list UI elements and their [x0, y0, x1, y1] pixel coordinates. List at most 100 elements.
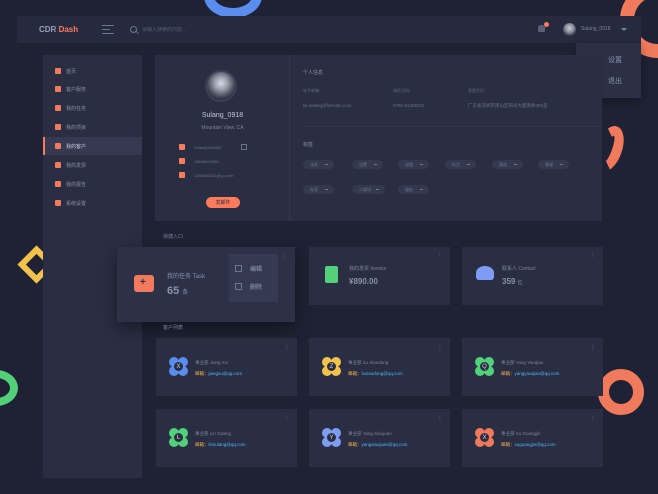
customer-email[interactable]: 邮箱：yangxiaojuan@qq.com — [348, 442, 407, 448]
customer-card[interactable]: Y 事业部 Yang Xiaojuan 邮箱：yangxiaojuan@qq.com… — [309, 409, 450, 467]
search-icon[interactable] — [130, 26, 137, 33]
decorative-ring — [0, 370, 18, 406]
tag[interactable]: 二维码 — [352, 185, 385, 194]
customer-email[interactable]: 邮箱：jiangxu@qq.com — [195, 371, 242, 377]
email-value: luxiaodong@qq.com — [361, 371, 403, 376]
customer-name: 事业部 Zu Xiaodong — [348, 360, 389, 365]
user-name[interactable]: Sulang_0918 — [581, 26, 610, 32]
tag[interactable]: 滤镜 — [398, 160, 429, 169]
home-icon — [55, 68, 61, 74]
sidebar-item-label: 客户服务 — [66, 86, 87, 93]
notification-dot — [544, 22, 549, 27]
sidebar-item-label: 我的任务 — [66, 105, 87, 112]
contact-value: 18648262688 — [194, 158, 219, 164]
sidebar-item-customers[interactable]: 我的客户 — [43, 137, 142, 155]
sidebar-item-label: 我的报告 — [66, 181, 87, 188]
task-count-unit: 条 — [182, 290, 189, 296]
contact-value: Sulang0918887 — [194, 144, 223, 150]
task-icon — [55, 105, 61, 111]
tag[interactable]: 客服 — [538, 160, 569, 169]
sidebar-item-invoices[interactable]: 我的发票 — [43, 156, 142, 174]
sidebar-item-settings[interactable]: 系统设置 — [43, 194, 142, 212]
menu-item-label: 退出 — [608, 78, 622, 85]
quick-entry-invoice[interactable]: 我的发票 Invoice ¥890.00 ⋮ — [309, 247, 450, 305]
more-icon[interactable]: ⋮ — [281, 254, 287, 261]
task-count-value: 65 — [167, 285, 180, 297]
tag[interactable]: 渠道 — [492, 160, 523, 169]
quick-entry-title: 快捷入口 — [163, 234, 184, 240]
notification-bell-icon[interactable] — [538, 22, 549, 34]
more-icon[interactable]: ⋮ — [437, 415, 443, 422]
tag[interactable]: 标注 — [445, 160, 476, 169]
profile-name: Sulang_0918 — [201, 112, 244, 119]
more-icon[interactable]: ⋮ — [590, 252, 596, 258]
search-input[interactable] — [142, 26, 262, 33]
customer-card[interactable]: L 事业部 Lin Sulang 邮箱：linsulang@qq.com ⋮ — [156, 409, 297, 467]
sidebar-item-tasks[interactable]: 我的任务 — [43, 99, 142, 117]
invoice-icon — [55, 162, 61, 168]
more-icon[interactable]: ⋮ — [590, 415, 596, 422]
chevron-down-icon[interactable] — [621, 28, 627, 31]
delete-button[interactable]: 删除 — [235, 282, 262, 291]
customer-name: 事业部 Yang Yaoqiao — [501, 360, 544, 365]
phone-icon — [179, 158, 185, 164]
sidebar-item-reports[interactable]: 我的报告 — [43, 175, 142, 193]
customer-card[interactable]: X 事业部 Jiang XU 邮箱：jiangxu@qq.com ⋮ — [156, 338, 297, 396]
more-icon[interactable]: ⋮ — [284, 344, 290, 351]
qr-code-icon[interactable] — [241, 144, 247, 150]
sidebar-item-projects[interactable]: 我的项目 — [43, 118, 142, 136]
decorative-ring — [598, 369, 644, 415]
customer-card[interactable]: X 事业部 Xu Guangjin 邮箱：xuguangjin@qq.com ⋮ — [462, 409, 603, 467]
user-avatar[interactable] — [563, 23, 576, 36]
customer-card[interactable]: Z 事业部 Zu Xiaodong 邮箱：luxiaodong@qq.com ⋮ — [309, 338, 450, 396]
menu-item-label: 设置 — [608, 57, 622, 64]
app-logo[interactable]: CDR Dash — [17, 25, 88, 34]
quick-entry-title-text: 我的任务 Task — [167, 274, 206, 280]
contacts-icon — [476, 266, 494, 280]
customer-email[interactable]: 邮箱：xuguangjin@qq.com — [501, 442, 556, 448]
more-icon[interactable]: ⋮ — [437, 252, 443, 258]
customer-email[interactable]: 邮箱：luxiaodong@qq.com — [348, 371, 403, 377]
email-key: 邮箱： — [195, 442, 209, 447]
tag[interactable]: 服务 — [398, 185, 429, 194]
sidebar-item-home[interactable]: 首页 — [43, 62, 142, 80]
address-value: 广东省深圳市南山区阳光大厦南桥305室 — [468, 103, 548, 108]
sidebar-item-label: 我的项目 — [66, 124, 87, 131]
more-icon[interactable]: ⋮ — [590, 344, 596, 351]
settings-icon — [55, 200, 61, 206]
mail-icon — [179, 172, 185, 178]
quick-entry-task[interactable]: 我的任务 Task 65条 编辑 删除 ⋮ — [117, 247, 295, 322]
tag[interactable]: 设置 — [352, 160, 383, 169]
email-value: xuguangjin@qq.com — [514, 442, 556, 447]
tag[interactable]: 标签 — [303, 185, 334, 194]
contact-count-unit: 位 — [517, 280, 523, 286]
customer-initial: Q — [479, 361, 490, 372]
customer-list-title: 客户列表 — [163, 325, 184, 331]
customer-email[interactable]: 邮箱：linsulang@qq.com — [195, 442, 246, 448]
edit-button[interactable]: 编辑 — [235, 264, 262, 273]
email-value: linsulang@qq.com — [208, 442, 246, 447]
email-value: jiangxu@qq.com — [208, 371, 243, 376]
menu-toggle-icon[interactable] — [102, 25, 114, 34]
customer-card[interactable]: Q 事业部 Yang Yaoqiao 邮箱：yangyaoqiao@qq.com ⋮ — [462, 338, 603, 396]
customer-initial: Z — [326, 361, 337, 372]
email-value: yangxiaojuan@qq.com — [361, 442, 408, 447]
task-actions-menu: 编辑 删除 — [229, 254, 278, 302]
search-bar — [130, 26, 262, 33]
contact-wechat: Sulang0918887 — [179, 144, 222, 150]
contact-count-value: 359 — [502, 277, 516, 286]
phone-value: 0755-81208102 — [393, 103, 425, 108]
more-icon[interactable]: ⋮ — [284, 415, 290, 422]
profile-card: Sulang_0918 Mountain View, CA Sulang0918… — [155, 55, 290, 221]
sidebar-item-label: 我的发票 — [66, 162, 87, 169]
send-email-button[interactable]: 发邮件 — [206, 197, 240, 208]
sidebar-item-service[interactable]: 客户服务 — [43, 80, 142, 98]
customer-initial: L — [173, 432, 184, 443]
customer-email[interactable]: 邮箱：yangyaoqiao@qq.com — [501, 371, 559, 377]
personal-info: 个人信息 电子邮箱： lin.sulang@formatc.com 电话号码： … — [290, 55, 602, 221]
tag[interactable]: 派发 — [303, 160, 334, 169]
more-icon[interactable]: ⋮ — [437, 344, 443, 351]
email-key: 邮箱： — [348, 371, 362, 376]
customer-avatar-badge: Y — [322, 428, 341, 447]
quick-entry-contact[interactable]: 联系人 Contact 359 位 ⋮ — [462, 247, 603, 305]
